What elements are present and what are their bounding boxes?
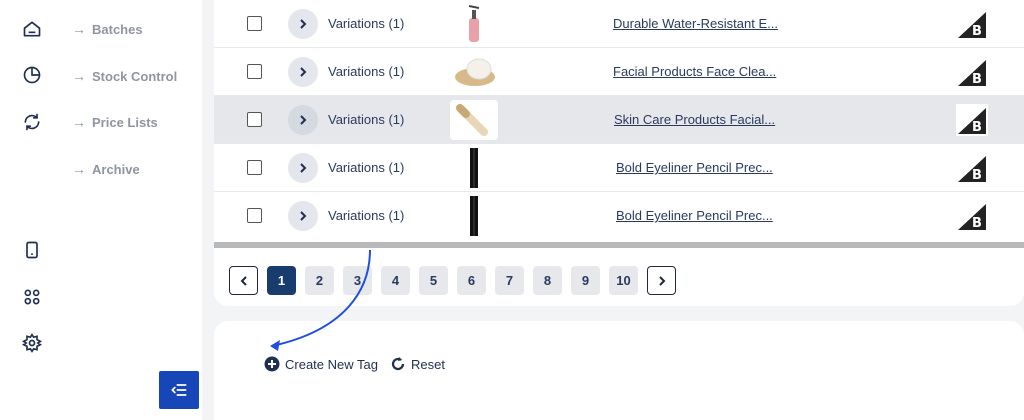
table-row[interactable]: Variations (1) Skin Care Products Facial… (214, 96, 1024, 144)
products-table: Variations (1) Durable Water-Resistant E… (214, 0, 1024, 306)
arrow-right-icon: → (72, 21, 86, 37)
bigcommerce-logo-icon: B (958, 156, 986, 183)
tags-panel: Create New Tag Reset (214, 321, 1024, 420)
row-checkbox[interactable] (247, 64, 262, 79)
page-button[interactable]: 3 (343, 266, 372, 295)
expand-row-button[interactable] (288, 153, 318, 183)
row-checkbox[interactable] (247, 16, 262, 31)
sidebar-item-label: Batches (92, 21, 143, 37)
sidebar-item-label: Price Lists (92, 114, 158, 130)
collapse-sidebar-button[interactable] (159, 371, 199, 409)
svg-text:B: B (972, 24, 982, 39)
sidebar-item-price-lists[interactable]: → Price Lists (72, 114, 158, 130)
mobile-icon[interactable] (21, 239, 43, 261)
expand-row-button[interactable] (288, 105, 318, 135)
variations-link[interactable]: Variations (1) (328, 16, 404, 31)
sidebar-item-stock-control[interactable]: → Stock Control (72, 68, 177, 84)
chevron-right-icon (300, 67, 307, 77)
table-row[interactable]: Variations (1) Facial Products Face Clea… (214, 48, 1024, 96)
page-button[interactable]: 4 (381, 266, 410, 295)
sub-menu: → Batches → Stock Control → Price Lists … (62, 0, 202, 420)
table-row[interactable]: Variations (1) Bold Eyeliner Pencil Prec… (214, 144, 1024, 192)
bigcommerce-logo-icon: B (958, 60, 986, 87)
page-button[interactable]: 9 (571, 266, 600, 295)
expand-row-button[interactable] (288, 201, 318, 231)
page-button[interactable]: 6 (457, 266, 486, 295)
chevron-right-icon (300, 211, 307, 221)
row-checkbox[interactable] (247, 160, 262, 175)
reset-button[interactable]: Reset (390, 356, 445, 372)
product-thumbnail (450, 100, 498, 140)
svg-text:B: B (972, 216, 982, 231)
variations-link[interactable]: Variations (1) (328, 112, 404, 127)
sidebar-item-batches[interactable]: → Batches (72, 21, 143, 37)
variations-link[interactable]: Variations (1) (328, 64, 404, 79)
arrow-right-icon: → (72, 161, 86, 177)
bigcommerce-logo-icon: B (958, 204, 986, 231)
svg-text:B: B (972, 168, 982, 183)
svg-text:B: B (972, 72, 982, 87)
row-checkbox[interactable] (247, 112, 262, 127)
chevron-right-icon (300, 19, 307, 29)
variations-link[interactable]: Variations (1) (328, 160, 404, 175)
pagination: 1 2 3 4 5 6 7 8 9 10 (229, 266, 676, 295)
collapse-menu-icon (171, 384, 187, 396)
bigcommerce-logo-icon: B (956, 104, 988, 136)
chevron-left-icon (240, 275, 247, 286)
home-icon[interactable] (21, 18, 43, 40)
arrow-right-icon: → (72, 68, 86, 84)
product-thumbnail (450, 4, 498, 44)
svg-text:B: B (972, 120, 982, 135)
product-thumbnail (450, 52, 498, 92)
plus-circle-icon (264, 356, 280, 372)
page-button[interactable]: 2 (305, 266, 334, 295)
reset-label: Reset (411, 356, 445, 372)
variations-link[interactable]: Variations (1) (328, 208, 404, 223)
product-thumbnail (450, 196, 498, 236)
expand-row-button[interactable] (288, 9, 318, 39)
create-new-tag-label: Create New Tag (285, 356, 378, 372)
product-name-link[interactable]: Durable Water-Resistant E... (613, 16, 778, 31)
page-button[interactable]: 10 (609, 266, 638, 295)
next-page-button[interactable] (647, 266, 676, 295)
prev-page-button[interactable] (229, 266, 258, 295)
pie-chart-icon[interactable] (21, 64, 43, 86)
sidebar-item-label: Stock Control (92, 68, 178, 84)
expand-row-button[interactable] (288, 57, 318, 87)
page-button[interactable]: 8 (533, 266, 562, 295)
icon-rail (0, 0, 62, 420)
page-button[interactable]: 7 (495, 266, 524, 295)
main-content: Variations (1) Durable Water-Resistant E… (202, 0, 1024, 420)
product-name-link[interactable]: Bold Eyeliner Pencil Prec... (616, 160, 773, 175)
page-button[interactable]: 1 (267, 266, 296, 295)
chevron-right-icon (300, 115, 307, 125)
page-button[interactable]: 5 (419, 266, 448, 295)
create-new-tag-button[interactable]: Create New Tag (264, 356, 378, 372)
horizontal-scrollbar[interactable] (214, 242, 1024, 248)
chevron-right-icon (300, 163, 307, 173)
refresh-icon (391, 357, 405, 371)
sync-icon[interactable] (21, 111, 43, 133)
product-name-link[interactable]: Facial Products Face Clea... (613, 64, 776, 79)
chevron-right-icon (658, 275, 665, 286)
settings-icon[interactable] (21, 332, 43, 354)
sidebar-item-archive[interactable]: → Archive (72, 161, 140, 177)
bigcommerce-logo-icon: B (958, 12, 986, 39)
arrow-right-icon: → (72, 114, 86, 130)
product-name-link[interactable]: Skin Care Products Facial... (614, 112, 775, 127)
table-row[interactable]: Variations (1) Durable Water-Resistant E… (214, 0, 1024, 48)
table-row[interactable]: Variations (1) Bold Eyeliner Pencil Prec… (214, 192, 1024, 240)
apps-icon[interactable] (21, 286, 43, 308)
row-checkbox[interactable] (247, 208, 262, 223)
sidebar-item-label: Archive (92, 161, 140, 177)
product-thumbnail (450, 148, 498, 188)
product-name-link[interactable]: Bold Eyeliner Pencil Prec... (616, 208, 773, 223)
